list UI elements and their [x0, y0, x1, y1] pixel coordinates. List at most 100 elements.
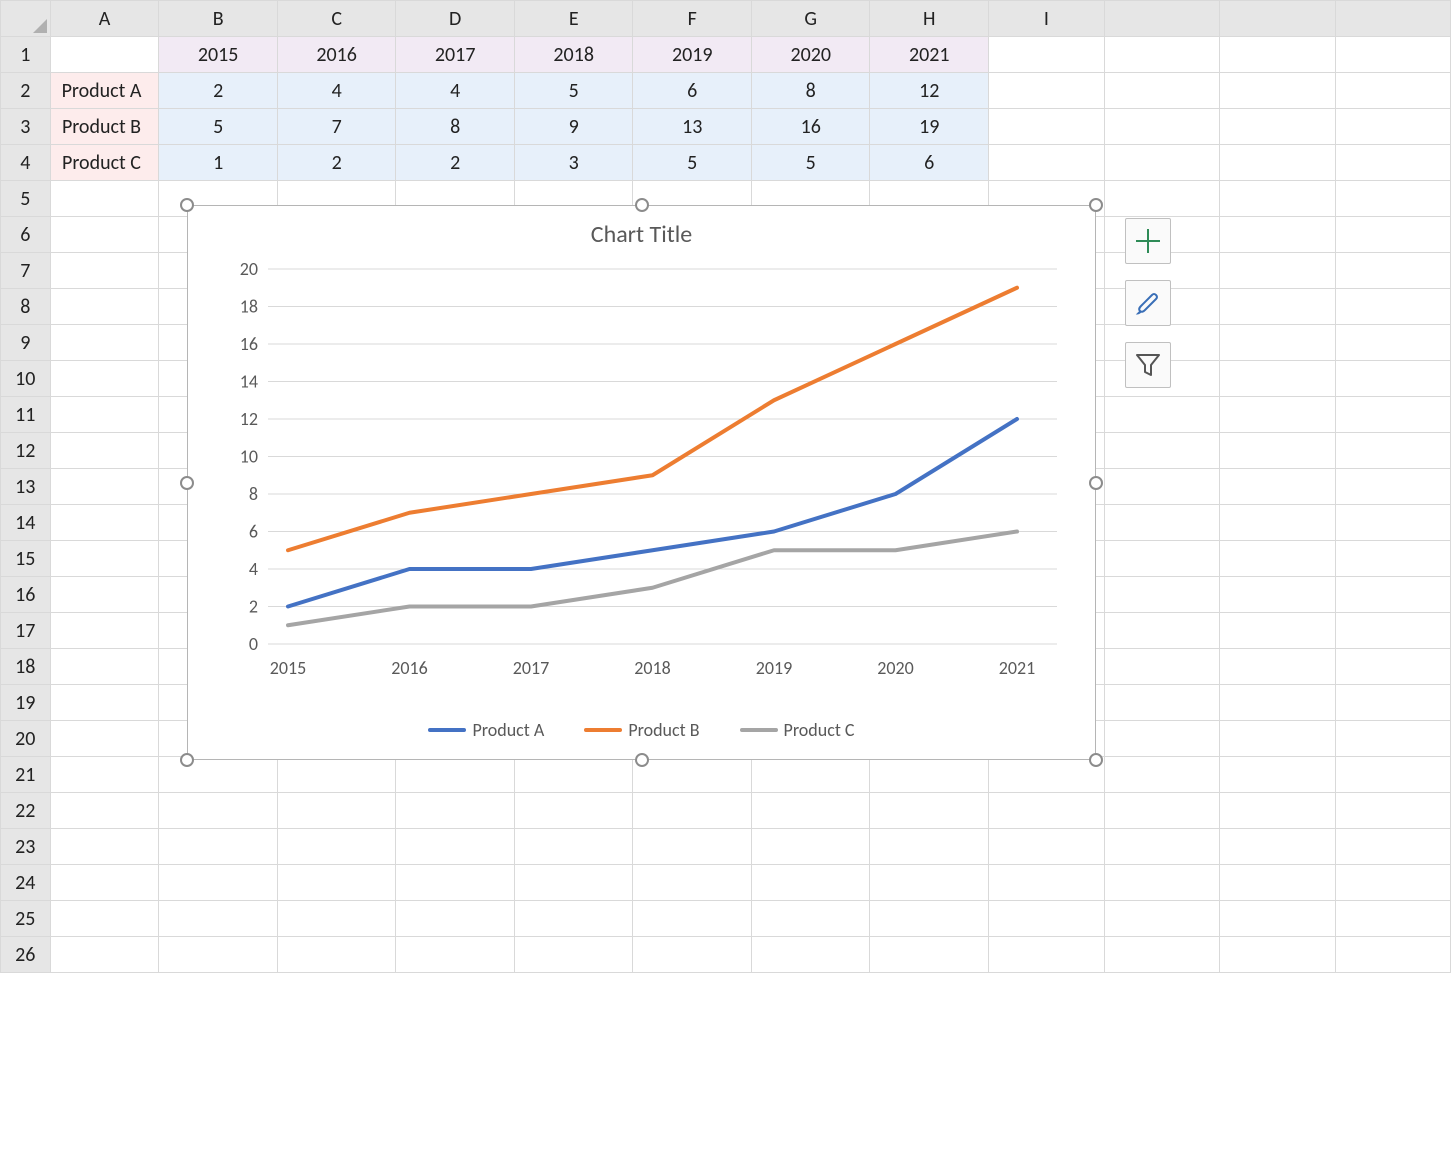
- row-header-12[interactable]: 12: [1, 433, 51, 469]
- cell-blank[interactable]: [1220, 397, 1335, 433]
- resize-handle[interactable]: [180, 753, 194, 767]
- cell-B24[interactable]: [159, 865, 278, 901]
- column-header-A[interactable]: A: [50, 1, 159, 37]
- cell-E3[interactable]: 9: [514, 109, 633, 145]
- cell-H4[interactable]: 6: [870, 145, 989, 181]
- cell-H23[interactable]: [870, 829, 989, 865]
- cell-H22[interactable]: [870, 793, 989, 829]
- cell-H2[interactable]: 12: [870, 73, 989, 109]
- select-all-corner[interactable]: [1, 1, 51, 37]
- cell-I21[interactable]: [989, 757, 1105, 793]
- cell-G21[interactable]: [751, 757, 870, 793]
- cell-blank[interactable]: [1104, 505, 1219, 541]
- cell-C22[interactable]: [277, 793, 396, 829]
- cell-blank[interactable]: [1220, 649, 1335, 685]
- cell-blank[interactable]: [1104, 613, 1219, 649]
- cell-D2[interactable]: 4: [396, 73, 515, 109]
- cell-blank[interactable]: [1220, 757, 1335, 793]
- chart-legend[interactable]: Product AProduct BProduct C: [188, 719, 1095, 741]
- cell-blank[interactable]: [1335, 289, 1450, 325]
- cell-blank[interactable]: [1104, 469, 1219, 505]
- cell-A13[interactable]: [50, 469, 159, 505]
- cell-D24[interactable]: [396, 865, 515, 901]
- cell-blank[interactable]: [1104, 109, 1219, 145]
- cell-H21[interactable]: [870, 757, 989, 793]
- cell-blank[interactable]: [1220, 181, 1335, 217]
- row-header-2[interactable]: 2: [1, 73, 51, 109]
- cell-D26[interactable]: [396, 937, 515, 973]
- row-header-25[interactable]: 25: [1, 901, 51, 937]
- cell-H24[interactable]: [870, 865, 989, 901]
- cell-E22[interactable]: [514, 793, 633, 829]
- row-header-19[interactable]: 19: [1, 685, 51, 721]
- resize-handle[interactable]: [180, 476, 194, 490]
- cell-blank[interactable]: [1220, 577, 1335, 613]
- row-header-1[interactable]: 1: [1, 37, 51, 73]
- cell-F21[interactable]: [633, 757, 752, 793]
- cell-B4[interactable]: 1: [159, 145, 278, 181]
- cell-A23[interactable]: [50, 829, 159, 865]
- column-header-D[interactable]: D: [396, 1, 515, 37]
- column-header-blank[interactable]: [1220, 1, 1335, 37]
- cell-blank[interactable]: [1335, 145, 1450, 181]
- cell-blank[interactable]: [1104, 541, 1219, 577]
- cell-C2[interactable]: 4: [277, 73, 396, 109]
- column-header-blank[interactable]: [1335, 1, 1450, 37]
- cell-blank[interactable]: [1104, 757, 1219, 793]
- cell-F26[interactable]: [633, 937, 752, 973]
- cell-D23[interactable]: [396, 829, 515, 865]
- cell-A11[interactable]: [50, 397, 159, 433]
- cell-blank[interactable]: [1104, 73, 1219, 109]
- cell-E26[interactable]: [514, 937, 633, 973]
- cell-blank[interactable]: [1104, 901, 1219, 937]
- cell-blank[interactable]: [1220, 469, 1335, 505]
- resize-handle[interactable]: [1089, 476, 1103, 490]
- cell-A14[interactable]: [50, 505, 159, 541]
- cell-blank[interactable]: [1335, 829, 1450, 865]
- cell-A15[interactable]: [50, 541, 159, 577]
- cell-blank[interactable]: [1220, 793, 1335, 829]
- cell-A25[interactable]: [50, 901, 159, 937]
- cell-H3[interactable]: 19: [870, 109, 989, 145]
- cell-blank[interactable]: [1220, 505, 1335, 541]
- cell-F25[interactable]: [633, 901, 752, 937]
- cell-F2[interactable]: 6: [633, 73, 752, 109]
- resize-handle[interactable]: [1089, 198, 1103, 212]
- cell-A7[interactable]: [50, 253, 159, 289]
- cell-C21[interactable]: [277, 757, 396, 793]
- row-header-17[interactable]: 17: [1, 613, 51, 649]
- cell-E2[interactable]: 5: [514, 73, 633, 109]
- cell-G3[interactable]: 16: [751, 109, 870, 145]
- column-header-F[interactable]: F: [633, 1, 752, 37]
- series-line-product-a[interactable]: [288, 419, 1017, 607]
- cell-blank[interactable]: [1220, 541, 1335, 577]
- cell-A9[interactable]: [50, 325, 159, 361]
- cell-D4[interactable]: 2: [396, 145, 515, 181]
- cell-B21[interactable]: [159, 757, 278, 793]
- series-line-product-c[interactable]: [288, 532, 1017, 626]
- legend-item-product-c[interactable]: Product C: [740, 719, 855, 741]
- cell-E21[interactable]: [514, 757, 633, 793]
- cell-blank[interactable]: [1335, 37, 1450, 73]
- cell-blank[interactable]: [1104, 649, 1219, 685]
- row-header-10[interactable]: 10: [1, 361, 51, 397]
- resize-handle[interactable]: [635, 198, 649, 212]
- cell-A8[interactable]: [50, 289, 159, 325]
- cell-blank[interactable]: [1220, 253, 1335, 289]
- cell-blank[interactable]: [1104, 145, 1219, 181]
- cell-blank[interactable]: [1335, 253, 1450, 289]
- cell-blank[interactable]: [1104, 577, 1219, 613]
- cell-G24[interactable]: [751, 865, 870, 901]
- chart-filter-button[interactable]: [1125, 342, 1171, 388]
- cell-G4[interactable]: 5: [751, 145, 870, 181]
- cell-A6[interactable]: [50, 217, 159, 253]
- column-header-E[interactable]: E: [514, 1, 633, 37]
- cell-H25[interactable]: [870, 901, 989, 937]
- cell-F24[interactable]: [633, 865, 752, 901]
- cell-blank[interactable]: [1335, 181, 1450, 217]
- row-header-22[interactable]: 22: [1, 793, 51, 829]
- cell-blank[interactable]: [1335, 433, 1450, 469]
- cell-blank[interactable]: [1335, 325, 1450, 361]
- cell-blank[interactable]: [1104, 793, 1219, 829]
- cell-blank[interactable]: [1104, 397, 1219, 433]
